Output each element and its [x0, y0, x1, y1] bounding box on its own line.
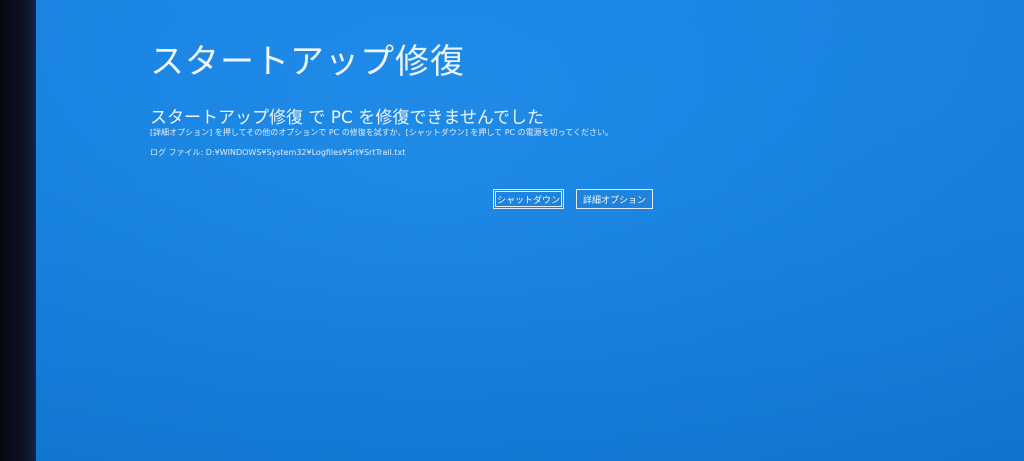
error-message: スタートアップ修復 で PC を修復できませんでした	[150, 108, 544, 128]
log-file-path: ログ ファイル: D:¥WINDOWS¥System32¥Logfiles¥Sr…	[150, 148, 406, 157]
advanced-options-button[interactable]: 詳細オプション	[576, 189, 653, 209]
startup-repair-screen: スタートアップ修復 スタートアップ修復 で PC を修復できませんでした [詳細…	[36, 0, 1024, 461]
instruction-text: [詳細オプション] を押してその他のオプションで PC の修復を試すか、[シャッ…	[150, 128, 614, 137]
page-title: スタートアップ修復	[150, 42, 465, 82]
shutdown-button[interactable]: シャットダウン	[493, 189, 564, 209]
